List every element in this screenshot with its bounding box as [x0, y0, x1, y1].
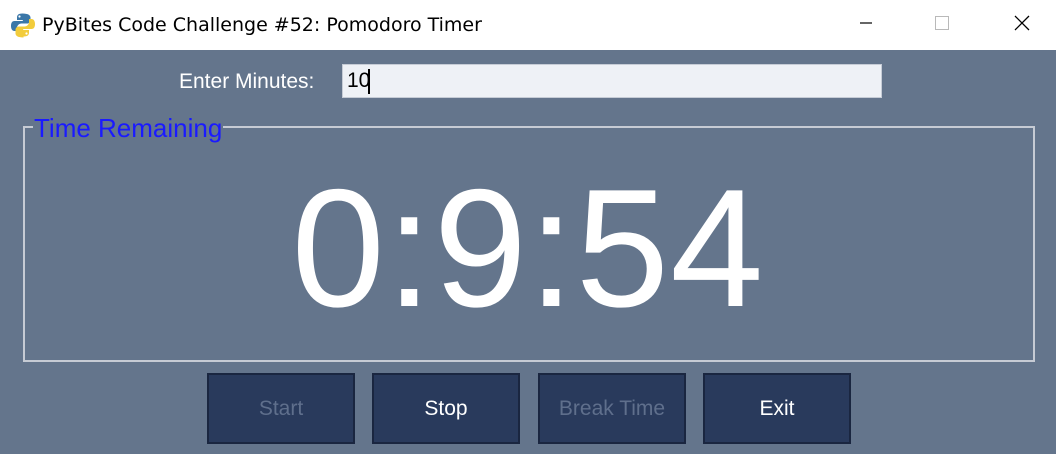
window-title: PyBites Code Challenge #52: Pomodoro Tim… — [42, 14, 482, 36]
title-bar[interactable]: PyBites Code Challenge #52: Pomodoro Tim… — [0, 0, 1056, 50]
maximize-icon — [935, 15, 949, 35]
minimize-button[interactable] — [826, 0, 906, 50]
minimize-icon — [859, 16, 873, 35]
break-time-button[interactable]: Break Time — [538, 373, 686, 444]
time-remaining-title: Time Remaining — [33, 113, 224, 143]
minutes-label: Enter Minutes: — [179, 70, 315, 93]
stop-button[interactable]: Stop — [372, 373, 520, 444]
start-button[interactable]: Start — [207, 373, 355, 444]
exit-button[interactable]: Exit — [703, 373, 851, 444]
close-icon — [1014, 15, 1030, 36]
maximize-button[interactable] — [902, 0, 982, 50]
text-caret — [368, 69, 370, 94]
minutes-input[interactable] — [342, 64, 882, 98]
python-logo-icon — [10, 12, 36, 38]
close-button[interactable] — [982, 0, 1056, 50]
time-display: 0:9:54 — [291, 154, 765, 342]
